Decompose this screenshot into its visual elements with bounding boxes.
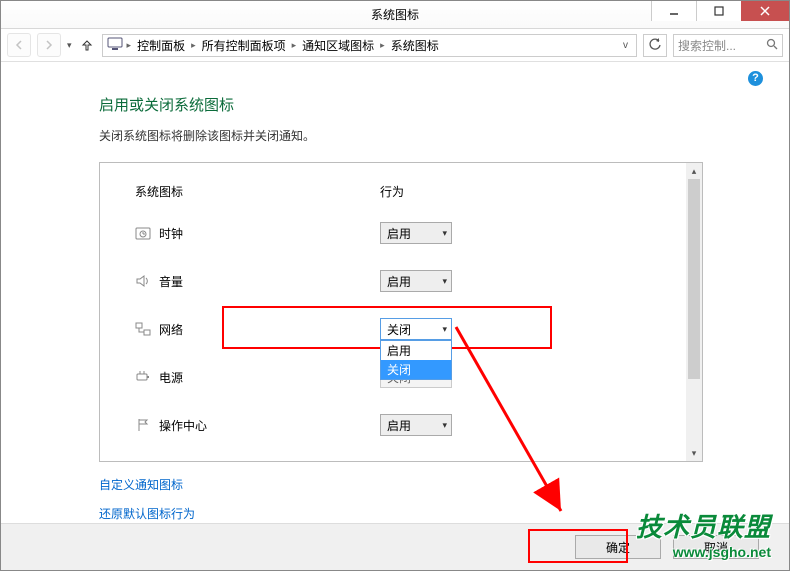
watermark-line2: www.jsgho.net: [636, 544, 771, 560]
column-headers: 系统图标 行为: [135, 183, 666, 200]
col-icon-header: 系统图标: [135, 183, 380, 200]
forward-button[interactable]: [37, 33, 61, 57]
back-button[interactable]: [7, 33, 31, 57]
window-title: 系统图标: [371, 6, 419, 23]
caret-down-icon: ▾: [442, 420, 447, 431]
pc-icon: [107, 37, 123, 54]
link-customize[interactable]: 自定义通知图标: [99, 476, 771, 493]
volume-icon: [135, 273, 159, 289]
address-dropdown-icon[interactable]: v: [619, 40, 632, 51]
select-network[interactable]: 关闭▾: [380, 318, 452, 340]
row-action-center: 操作中心 启用▾: [135, 410, 666, 440]
content-area: 启用或关闭系统图标 关闭系统图标将删除该图标并关闭通知。 系统图标 行为 时钟 …: [1, 62, 789, 570]
title-bar: 系统图标: [1, 1, 789, 29]
row-clock: 时钟 启用▾: [135, 218, 666, 248]
page-heading: 启用或关闭系统图标: [99, 94, 771, 115]
maximize-button[interactable]: [696, 1, 741, 21]
window-controls: [651, 1, 789, 21]
search-input[interactable]: 搜索控制...: [673, 34, 783, 57]
chevron-right-icon: ▸: [378, 40, 387, 51]
breadcrumb-item[interactable]: 通知区域图标: [300, 37, 376, 54]
minimize-button[interactable]: [651, 1, 696, 21]
row-label: 音量: [159, 273, 380, 290]
option-enable[interactable]: 启用: [381, 341, 451, 360]
caret-down-icon: ▾: [442, 228, 447, 239]
watermark: 技术员联盟 www.jsgho.net: [636, 507, 771, 560]
clock-icon: [135, 225, 159, 241]
scroll-thumb[interactable]: [688, 179, 700, 379]
breadcrumb-item[interactable]: 控制面板: [135, 37, 187, 54]
settings-panel: 系统图标 行为 时钟 启用▾ 音量 启用▾ 网络 关闭▾ 启用: [99, 162, 703, 462]
row-label: 操作中心: [159, 417, 380, 434]
caret-down-icon: ▾: [442, 324, 447, 335]
search-placeholder: 搜索控制...: [678, 37, 736, 54]
row-label: 时钟: [159, 225, 380, 242]
row-label: 网络: [159, 321, 380, 338]
watermark-line1: 技术员联盟: [636, 507, 771, 544]
col-behavior-header: 行为: [380, 183, 404, 200]
up-button[interactable]: [78, 36, 96, 54]
close-button[interactable]: [741, 1, 789, 21]
select-clock[interactable]: 启用▾: [380, 222, 452, 244]
refresh-button[interactable]: [643, 34, 667, 57]
caret-down-icon: ▾: [442, 276, 447, 287]
row-network: 网络 关闭▾ 启用 关闭: [135, 314, 666, 344]
select-action-center[interactable]: 启用▾: [380, 414, 452, 436]
power-icon: [135, 369, 159, 385]
chevron-right-icon: ▸: [125, 40, 134, 51]
breadcrumb-item[interactable]: 系统图标: [389, 37, 441, 54]
row-label: 电源: [159, 369, 380, 386]
nav-bar: ▾ ▸ 控制面板 ▸ 所有控制面板项 ▸ 通知区域图标 ▸ 系统图标 v 搜索控…: [1, 29, 789, 62]
chevron-right-icon: ▸: [189, 40, 198, 51]
breadcrumb-item[interactable]: 所有控制面板项: [200, 37, 288, 54]
select-dropdown: 启用 关闭: [380, 340, 452, 380]
row-volume: 音量 启用▾: [135, 266, 666, 296]
page-subtext: 关闭系统图标将删除该图标并关闭通知。: [99, 127, 771, 144]
recent-dropdown-icon[interactable]: ▾: [67, 40, 72, 51]
select-volume[interactable]: 启用▾: [380, 270, 452, 292]
address-bar[interactable]: ▸ 控制面板 ▸ 所有控制面板项 ▸ 通知区域图标 ▸ 系统图标 v: [102, 34, 637, 57]
scrollbar[interactable]: ▴ ▾: [686, 163, 702, 461]
flag-icon: [135, 417, 159, 433]
scroll-up-icon[interactable]: ▴: [686, 163, 702, 179]
chevron-right-icon: ▸: [290, 40, 299, 51]
option-disable[interactable]: 关闭: [381, 360, 451, 379]
scroll-down-icon[interactable]: ▾: [686, 445, 702, 461]
search-icon: [766, 38, 778, 53]
network-icon: [135, 321, 159, 337]
